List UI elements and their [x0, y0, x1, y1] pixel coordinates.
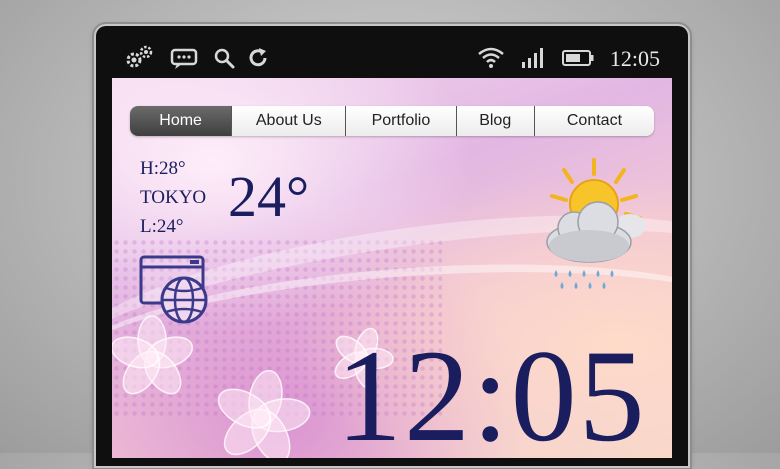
tab-blog[interactable]: Blog — [457, 106, 535, 136]
tab-contact[interactable]: Contact — [535, 106, 654, 136]
message-icon[interactable] — [170, 48, 198, 70]
tab-label: Portfolio — [371, 112, 431, 129]
main-clock: 12:05 — [336, 322, 647, 469]
status-time: 12:05 — [609, 46, 660, 71]
tab-portfolio[interactable]: Portfolio — [346, 106, 457, 136]
main-nav: Home About Us Portfolio Blog Contact — [130, 106, 654, 136]
battery-icon — [562, 50, 594, 66]
signal-icon — [522, 48, 543, 68]
browser-globe-icon[interactable] — [138, 254, 212, 326]
status-bar: 12:05 — [112, 40, 672, 76]
weather-high: H:28° — [140, 158, 186, 179]
tab-label: About Us — [255, 112, 322, 129]
refresh-icon[interactable] — [246, 46, 270, 70]
weather-city: TOKYO — [140, 187, 207, 208]
tab-label: Contact — [566, 112, 623, 129]
tab-label: Home — [159, 112, 202, 129]
wifi-icon — [478, 47, 504, 68]
tab-about-us[interactable]: About Us — [232, 106, 347, 136]
sun-cloud-rain-icon — [546, 158, 646, 289]
tab-home[interactable]: Home — [130, 106, 233, 136]
search-icon[interactable] — [212, 46, 236, 70]
settings-gears-icon[interactable] — [124, 44, 156, 70]
current-temperature: 24° — [228, 164, 310, 229]
weather-low: L:24° — [140, 216, 184, 237]
tab-label: Blog — [479, 112, 512, 129]
